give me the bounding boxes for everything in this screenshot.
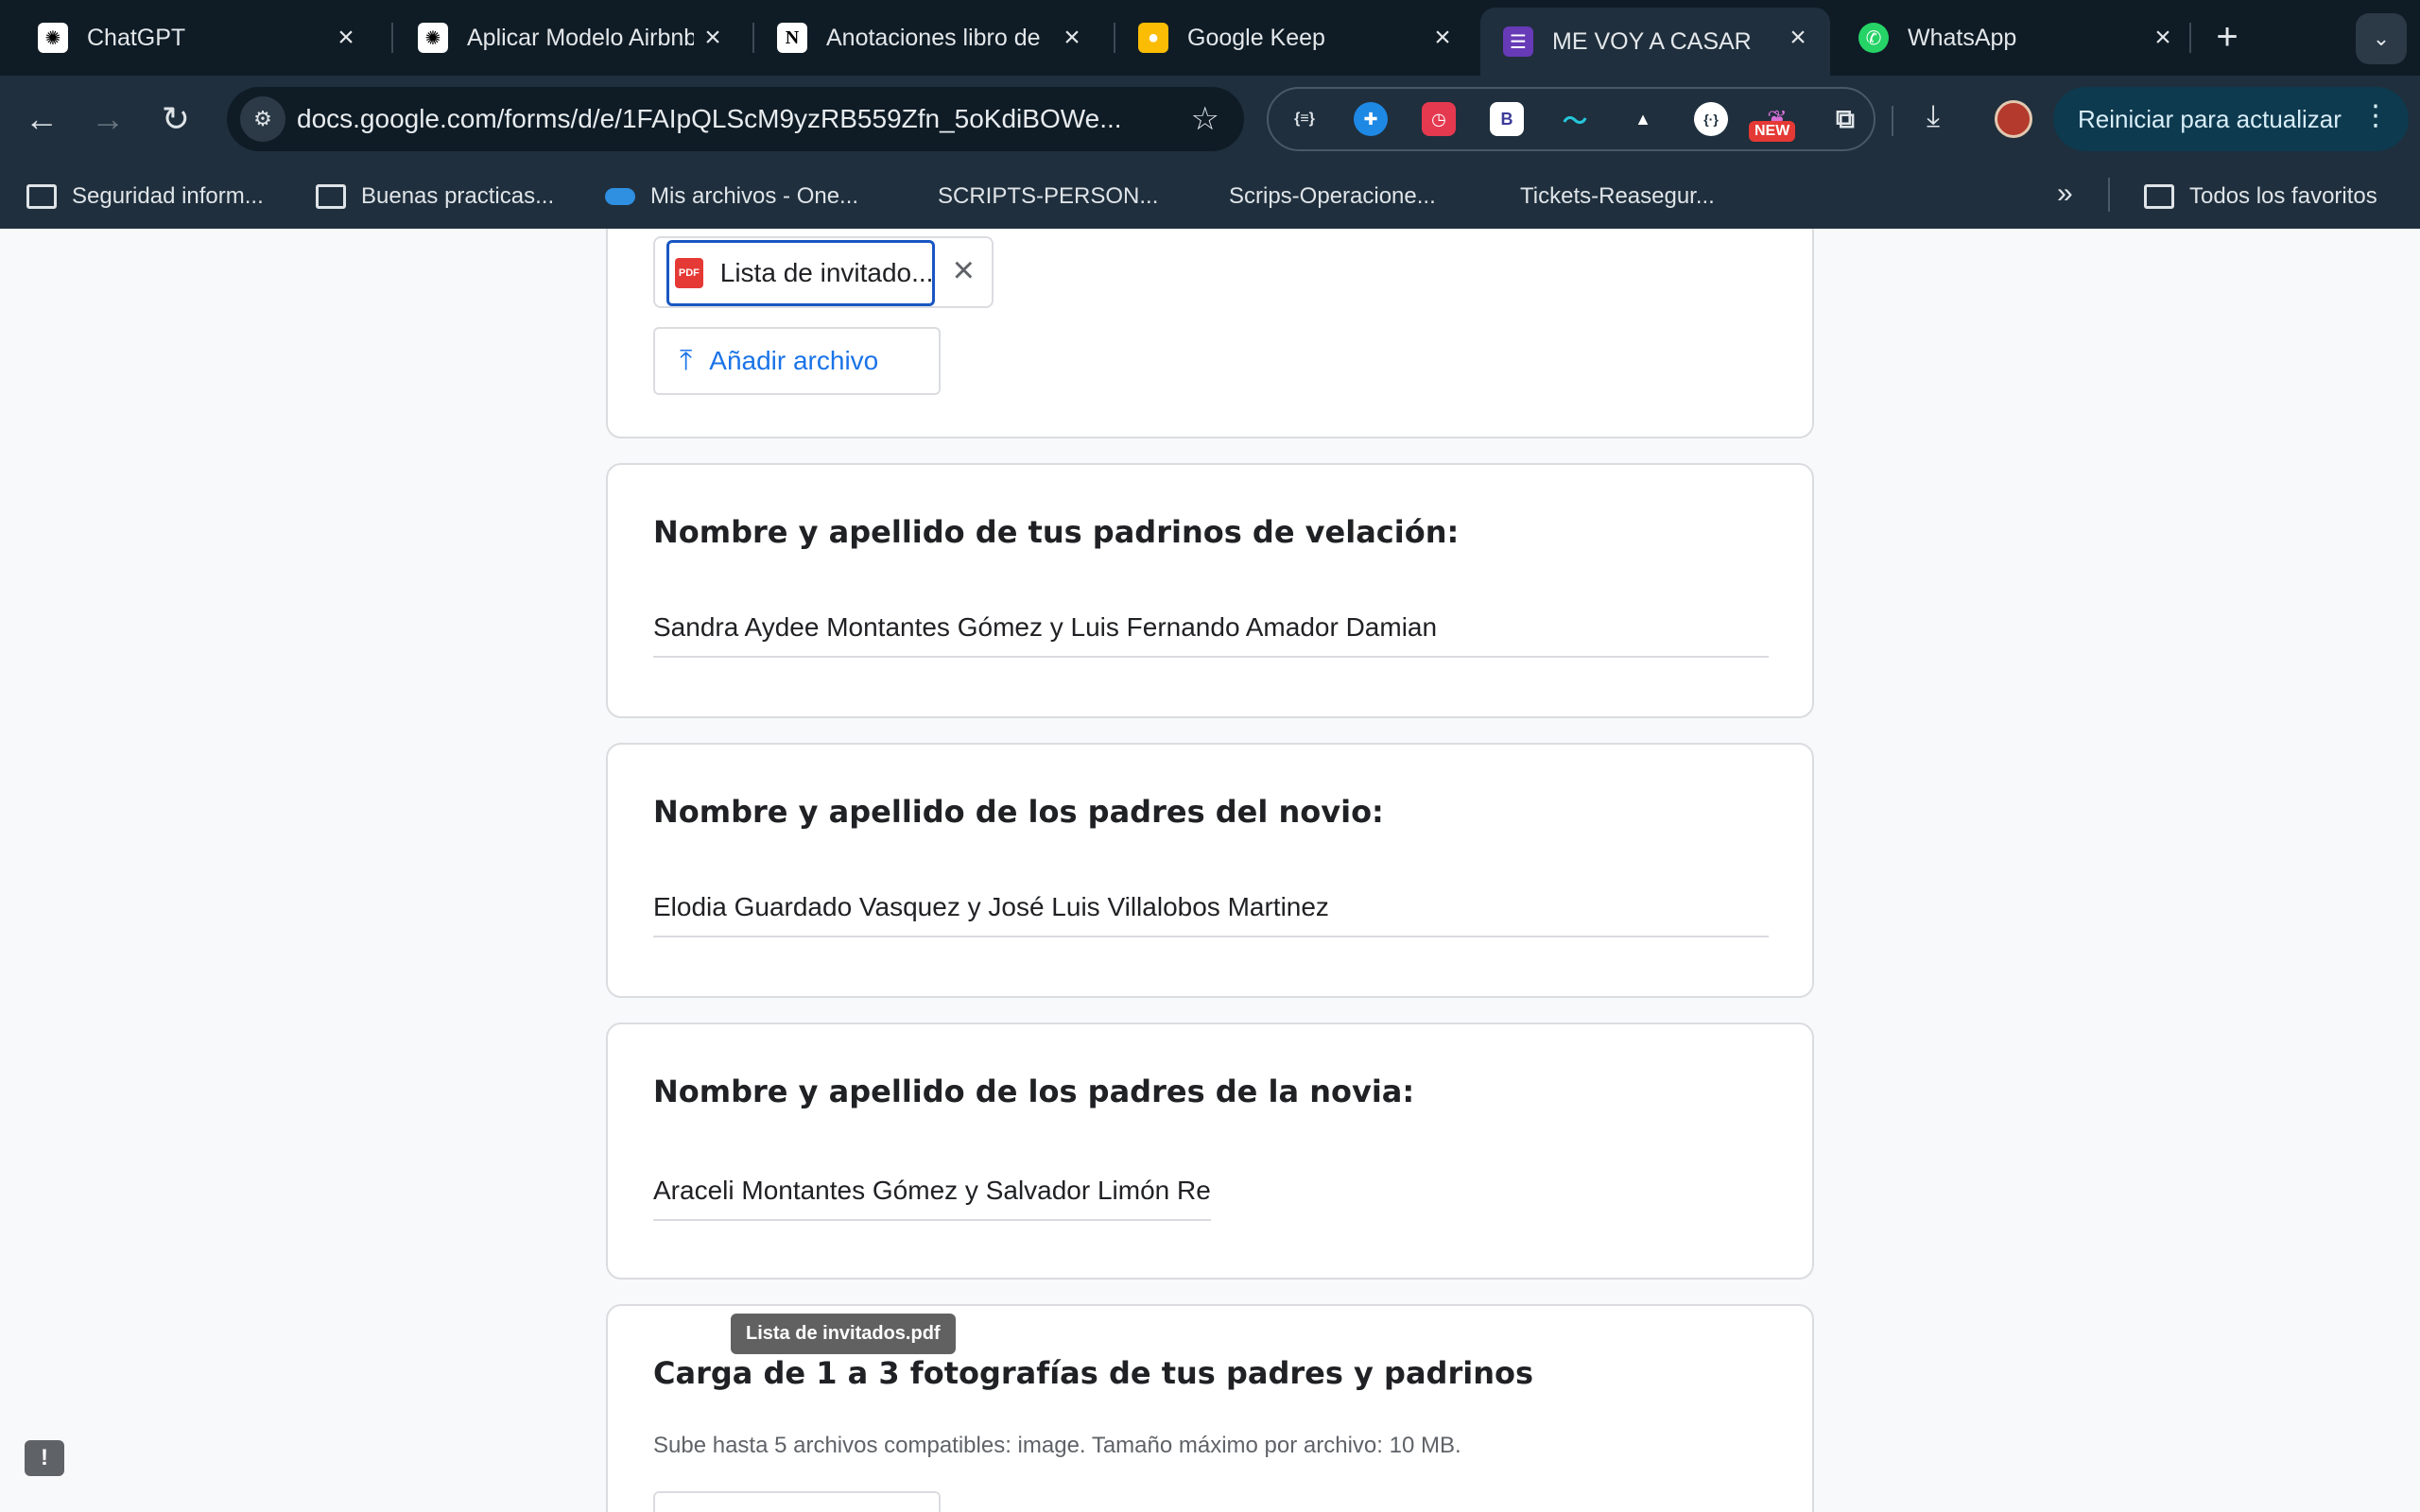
close-icon[interactable]: × bbox=[1055, 21, 1089, 55]
bookmark-item[interactable]: Scrips-Operacione... bbox=[1185, 180, 1436, 214]
chevron-down-icon: ⌄ bbox=[2372, 26, 2391, 50]
folder-icon bbox=[316, 184, 346, 209]
url-text[interactable]: docs.google.com/forms/d/e/1FAIpQLScM9yzR… bbox=[297, 104, 1167, 134]
keep-icon: ● bbox=[1138, 23, 1168, 53]
close-icon[interactable]: × bbox=[2146, 21, 2180, 55]
forward-button[interactable]: → bbox=[87, 98, 129, 140]
microsoft-icon bbox=[894, 182, 923, 211]
tab-me-voy-a-casar[interactable]: ☰ ME VOY A CASAR × bbox=[1480, 8, 1830, 76]
arrow-left-icon: ← bbox=[25, 99, 59, 138]
more-vert-icon[interactable]: ⋮ bbox=[2361, 102, 2390, 130]
openai-icon: ✺ bbox=[418, 23, 448, 53]
download-icon[interactable]: ⤓ bbox=[1927, 98, 1940, 134]
add-file-button[interactable] bbox=[653, 1491, 941, 1512]
feedback-icon[interactable]: ! bbox=[25, 1440, 64, 1476]
file-upload-card: PDF Lista de invitado... × ⤒ Añadir arch… bbox=[606, 229, 1814, 438]
site-info-icon[interactable]: ⚙ bbox=[240, 96, 285, 142]
navigation-bar: ← → ↻ ⚙ docs.google.com/forms/d/e/1FAIpQ… bbox=[0, 76, 2420, 163]
close-icon[interactable]: × bbox=[329, 21, 363, 55]
close-icon[interactable]: × bbox=[953, 251, 975, 289]
puzzle-icon[interactable]: ⧉ bbox=[1828, 102, 1862, 136]
code-extension-icon[interactable]: {·} bbox=[1694, 102, 1728, 136]
address-bar[interactable]: ⚙ docs.google.com/forms/d/e/1FAIpQLScM9y… bbox=[227, 87, 1244, 151]
uploaded-file-chip: PDF Lista de invitado... × bbox=[653, 236, 994, 308]
openai-icon: ✺ bbox=[38, 23, 68, 53]
microsoft-icon bbox=[1185, 182, 1214, 211]
tab-title: Aplicar Modelo Airbnb bbox=[467, 24, 694, 51]
chevron-double-right-icon[interactable]: » bbox=[2057, 178, 2073, 210]
avatar[interactable] bbox=[1995, 100, 2032, 138]
reload-icon: ↻ bbox=[161, 99, 191, 138]
json-extension-icon[interactable]: {≡} bbox=[1288, 102, 1322, 136]
tab-anotaciones[interactable]: N Anotaciones libro de × bbox=[754, 8, 1104, 68]
tab-search-button[interactable]: ⌄ bbox=[2356, 13, 2407, 64]
question-title: Nombre y apellido de los padres de la no… bbox=[653, 1074, 1415, 1109]
answer-input[interactable]: Araceli Montantes Gómez y Salvador Limón… bbox=[653, 1176, 1211, 1221]
medical-extension-icon[interactable]: ✚ bbox=[1354, 102, 1388, 136]
tab-title: WhatsApp bbox=[1908, 24, 2017, 51]
question-card: Nombre y apellido de los padres de la no… bbox=[606, 1022, 1814, 1280]
trend-extension-icon[interactable]: 〜 bbox=[1558, 102, 1592, 136]
new-badge: NEW bbox=[1749, 121, 1796, 142]
clock-extension-icon[interactable]: ◷ bbox=[1422, 102, 1456, 136]
whatsapp-icon: ✆ bbox=[1858, 23, 1889, 53]
add-file-button[interactable]: ⤒ Añadir archivo bbox=[653, 327, 941, 395]
close-icon[interactable]: × bbox=[1781, 21, 1815, 55]
question-title: Nombre y apellido de los padres del novi… bbox=[653, 794, 1384, 830]
back-button[interactable]: ← bbox=[21, 98, 62, 140]
bookmark-item[interactable]: Seguridad inform... bbox=[26, 180, 264, 214]
update-label: Reiniciar para actualizar bbox=[2078, 104, 2342, 133]
tab-google-keep[interactable]: ● Google Keep × bbox=[1115, 8, 1475, 68]
bookmark-item[interactable]: Tickets-Reasegur... bbox=[1477, 180, 1715, 214]
microsoft-icon bbox=[1477, 182, 1505, 211]
upload-icon: ⤒ bbox=[680, 345, 693, 376]
question-card: Nombre y apellido de los padres del novi… bbox=[606, 743, 1814, 998]
tab-title: Google Keep bbox=[1187, 24, 1325, 51]
tab-chatgpt[interactable]: ✺ ChatGPT × bbox=[15, 8, 378, 68]
onedrive-icon bbox=[605, 188, 635, 205]
close-icon[interactable]: × bbox=[1426, 21, 1460, 55]
answer-input[interactable]: Sandra Aydee Montantes Gómez y Luis Fern… bbox=[653, 612, 1769, 658]
upload-helper-text: Sube hasta 5 archivos compatibles: image… bbox=[653, 1433, 1461, 1458]
tab-strip: ✺ ChatGPT × ✺ Aplicar Modelo Airbnb × N … bbox=[0, 0, 2420, 76]
folder-icon bbox=[2144, 184, 2174, 209]
notion-icon: N bbox=[777, 23, 807, 53]
tab-title: ChatGPT bbox=[87, 24, 186, 51]
reload-button[interactable]: ↻ bbox=[155, 98, 197, 140]
file-name: Lista de invitado... bbox=[719, 258, 932, 287]
bookmark-item[interactable]: Mis archivos - One... bbox=[605, 180, 858, 214]
answer-input[interactable]: Elodia Guardado Vasquez y José Luis Vill… bbox=[653, 892, 1769, 937]
form-page: PDF Lista de invitado... × ⤒ Añadir arch… bbox=[0, 229, 2420, 1512]
question-title: Nombre y apellido de tus padrinos de vel… bbox=[653, 514, 1460, 550]
tab-title: ME VOY A CASAR bbox=[1552, 27, 1752, 55]
bookmark-item[interactable]: Buenas practicas... bbox=[316, 180, 554, 214]
new-tab-button[interactable]: + bbox=[2208, 18, 2246, 57]
forms-icon: ☰ bbox=[1503, 26, 1533, 57]
tab-whatsapp[interactable]: ✆ WhatsApp × bbox=[1836, 8, 2195, 68]
all-bookmarks[interactable]: Todos los favoritos bbox=[2144, 180, 2377, 214]
update-button[interactable]: Reiniciar para actualizar ⋮ bbox=[2053, 87, 2409, 151]
arrow-right-icon: → bbox=[91, 99, 125, 138]
star-icon[interactable]: ☆ bbox=[1191, 100, 1219, 138]
tab-aplicar-modelo[interactable]: ✺ Aplicar Modelo Airbnb × bbox=[395, 8, 745, 68]
bookmark-item[interactable]: SCRIPTS-PERSON... bbox=[894, 180, 1158, 214]
triangle-extension-icon[interactable]: ▲ bbox=[1626, 102, 1660, 136]
b-extension-icon[interactable]: B bbox=[1490, 102, 1524, 136]
pdf-icon: PDF bbox=[675, 258, 703, 288]
question-card: Nombre y apellido de tus padrinos de vel… bbox=[606, 463, 1814, 718]
tab-title: Anotaciones libro de bbox=[826, 24, 1041, 51]
question-title: Carga de 1 a 3 fotografías de tus padres… bbox=[653, 1355, 1533, 1391]
folder-icon bbox=[26, 184, 57, 209]
uploaded-file[interactable]: PDF Lista de invitado... bbox=[666, 240, 935, 306]
file-tooltip: Lista de invitados.pdf bbox=[731, 1314, 956, 1354]
close-icon[interactable]: × bbox=[696, 21, 730, 55]
